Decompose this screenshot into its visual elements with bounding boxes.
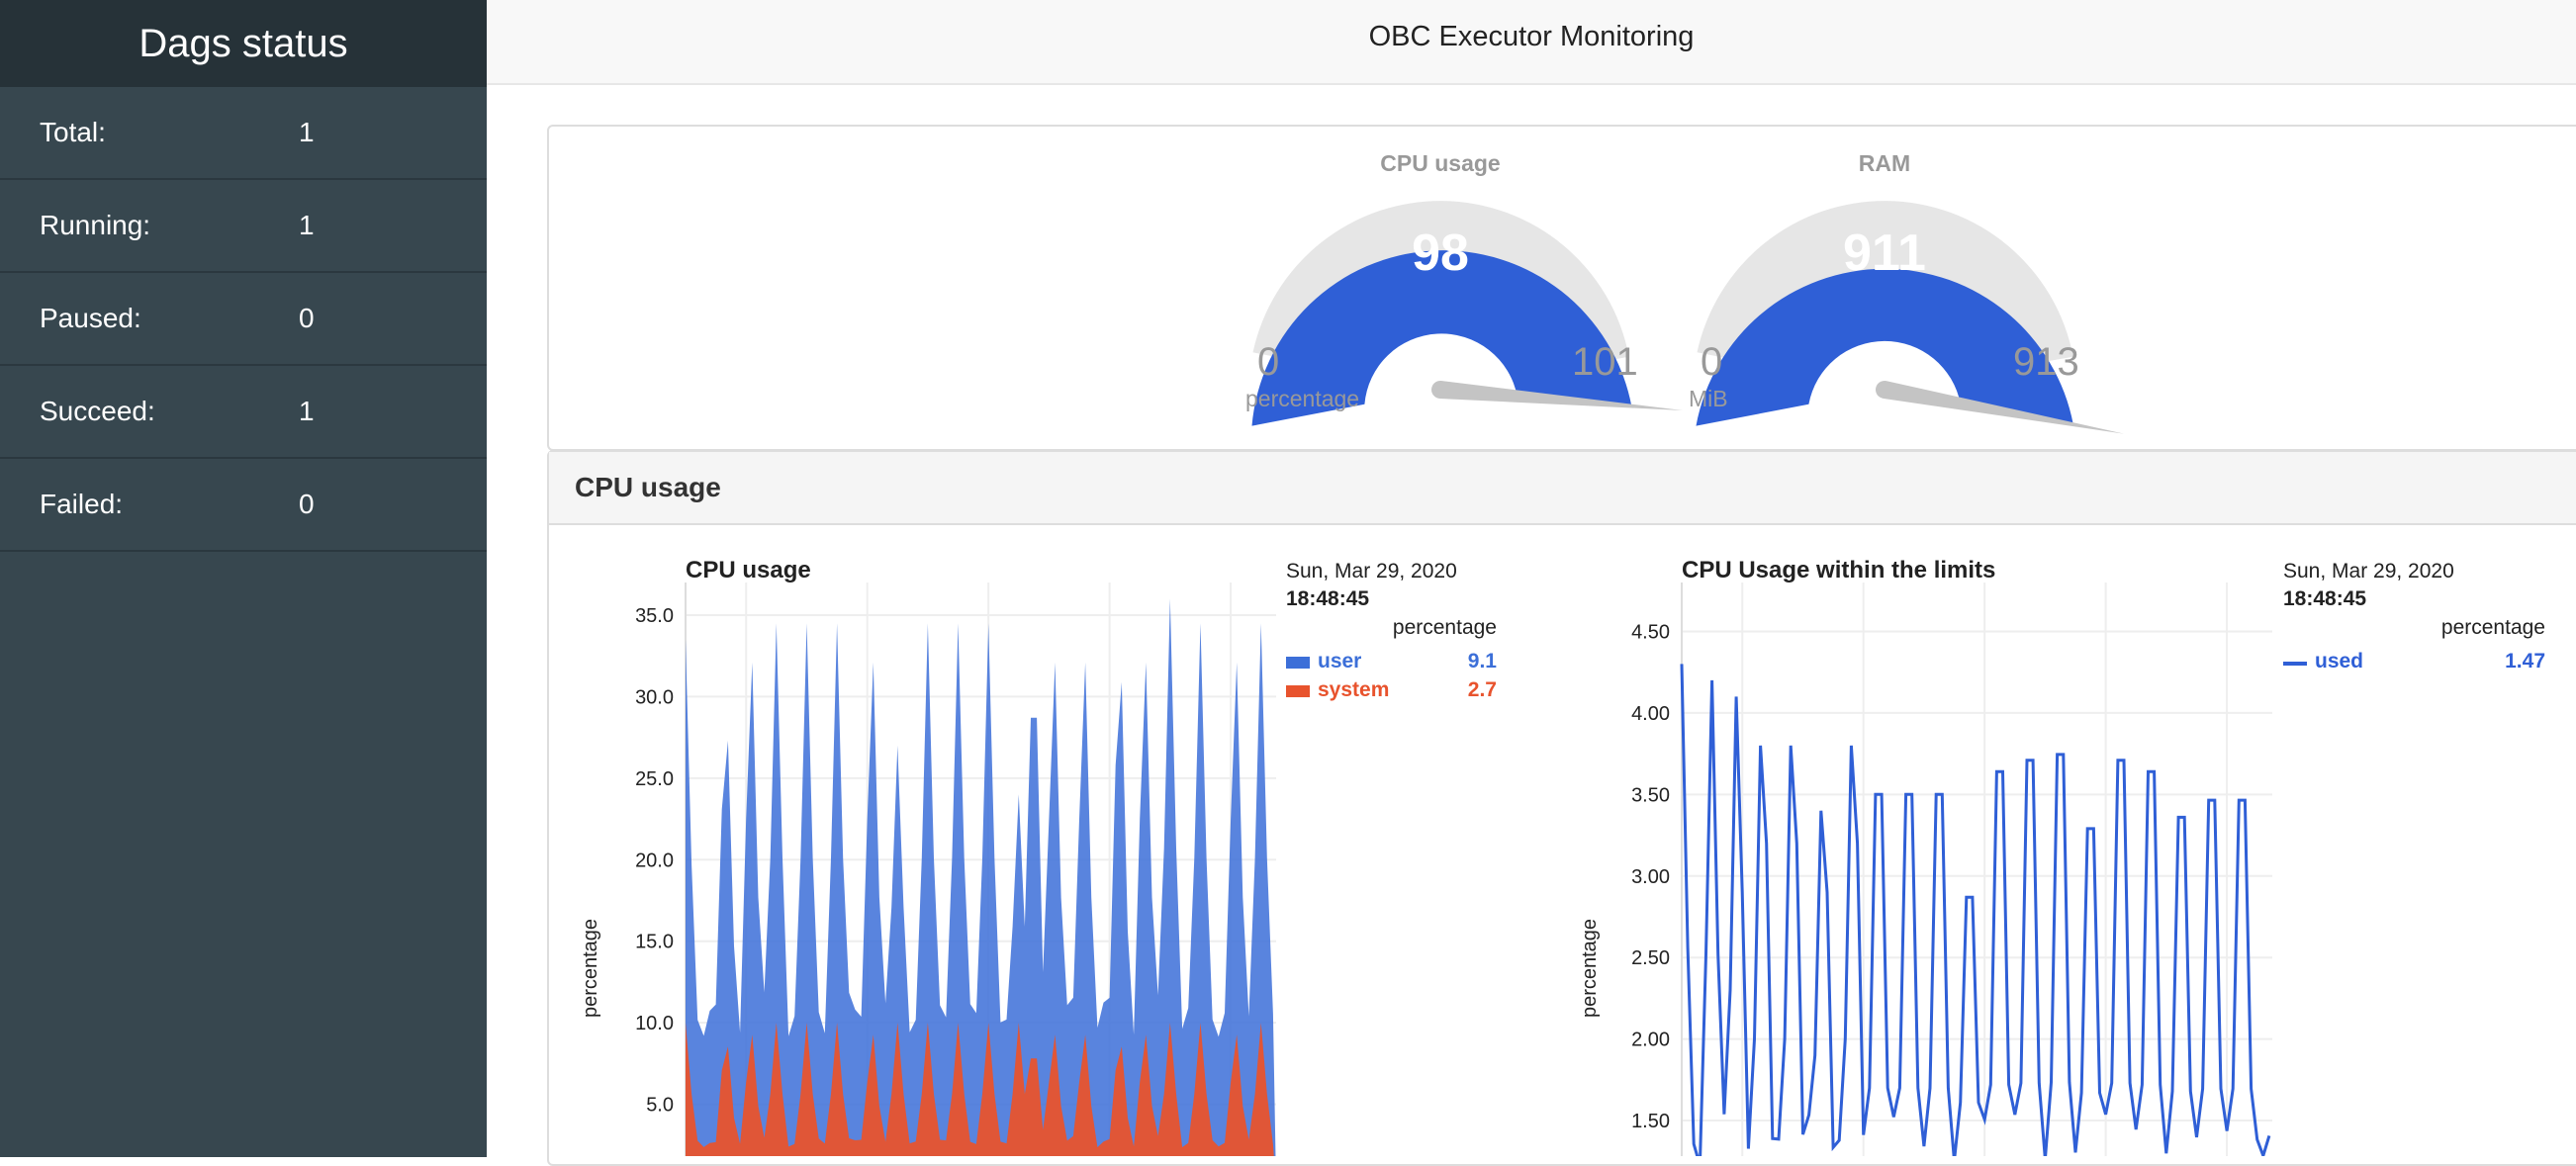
stat-label: Paused: bbox=[40, 303, 141, 333]
legend-used: used bbox=[2315, 650, 2363, 673]
y-tick-label: 3.50 bbox=[1631, 784, 1670, 806]
ram-gauge-unit: MiB bbox=[1689, 386, 1728, 411]
legend-system: system bbox=[1318, 678, 1389, 701]
top-header: OBC Executor Monitoring bbox=[487, 0, 2576, 85]
plot-area bbox=[1680, 664, 2271, 1156]
cpu-panel-heading: CPU usage bbox=[549, 452, 2576, 525]
legend-swatch-system bbox=[1286, 685, 1310, 697]
cpu-panel-title: CPU usage bbox=[575, 472, 721, 502]
stat-value: 0 bbox=[299, 489, 315, 519]
series-line-used bbox=[1680, 664, 2271, 1156]
plot-area bbox=[686, 598, 1276, 1156]
gauge-panel: CPU usage 98 0 101 percentage RAM 911 0 … bbox=[547, 125, 2576, 451]
y-tick-label: 20.0 bbox=[635, 850, 674, 871]
legend-date: Sun, Mar 29, 2020 bbox=[2283, 560, 2454, 583]
legend-time: 18:48:45 bbox=[2283, 587, 2366, 610]
sidebar-title: Dags status bbox=[0, 0, 487, 87]
stat-value: 0 bbox=[299, 303, 315, 333]
cpu-usage-panel: CPU usage CPU usage percentage 35.0 30.0 2… bbox=[547, 450, 2576, 1166]
y-tick-label: 4.00 bbox=[1631, 703, 1670, 725]
y-tick-label: 4.50 bbox=[1631, 621, 1670, 643]
stat-label: Running: bbox=[40, 210, 151, 240]
stat-running: Running: 1 bbox=[0, 180, 487, 273]
legend-date: Sun, Mar 29, 2020 bbox=[1286, 560, 1457, 583]
y-tick-label: 5.0 bbox=[646, 1095, 674, 1117]
y-tick-label: 10.0 bbox=[635, 1013, 674, 1034]
ram-gauge-title: RAM bbox=[1858, 150, 1911, 176]
y-tick-label: 30.0 bbox=[635, 686, 674, 708]
stat-value: 1 bbox=[299, 117, 315, 147]
legend-unit: percentage bbox=[1393, 616, 1497, 639]
y-tick-label: 25.0 bbox=[635, 768, 674, 790]
stat-label: Failed: bbox=[40, 489, 124, 519]
ram-gauge-max: 913 bbox=[2013, 340, 2079, 384]
stat-total: Total: 1 bbox=[0, 87, 487, 180]
cpu-limits-chart: CPU Usage within the limits percentage 4… bbox=[1579, 557, 2545, 1156]
y-axis-label: percentage bbox=[580, 919, 601, 1018]
y-tick-label: 3.00 bbox=[1631, 866, 1670, 888]
stat-label: Total: bbox=[40, 117, 106, 147]
y-ticks: 35.030.025.020.015.010.05.00.0 bbox=[635, 605, 674, 1117]
legend-user-value: 9.1 bbox=[1468, 650, 1498, 673]
stat-value: 1 bbox=[299, 396, 315, 426]
y-tick-label: 35.0 bbox=[635, 605, 674, 627]
ram-gauge-value: 911 bbox=[1843, 224, 1926, 282]
stat-label: Succeed: bbox=[40, 396, 155, 426]
stat-value: 1 bbox=[299, 210, 315, 240]
page-title: OBC Executor Monitoring bbox=[1368, 21, 1695, 52]
cpu-gauge-min: 0 bbox=[1257, 340, 1280, 384]
y-tick-label: 1.50 bbox=[1631, 1111, 1670, 1132]
ram-gauge-min: 0 bbox=[1701, 340, 1723, 384]
cpu-usage-chart: CPU usage percentage 35.0 30.0 25.0 20.0 15.… bbox=[580, 557, 1498, 1156]
cpu-gauge-unit: percentage bbox=[1245, 386, 1360, 411]
y-tick-label: 15.0 bbox=[635, 932, 674, 953]
y-ticks: 4.50 4.00 3.50 3.00 2.50 2.00 1.50 bbox=[1631, 621, 1670, 1132]
legend-unit: percentage bbox=[2441, 616, 2545, 639]
stat-failed: Failed: 0 bbox=[0, 459, 487, 552]
legend-swatch-user bbox=[1286, 657, 1310, 669]
cpu-gauge-title: CPU usage bbox=[1380, 150, 1501, 176]
y-tick-label: 2.00 bbox=[1631, 1030, 1670, 1051]
chart-title: CPU Usage within the limits bbox=[1682, 557, 1995, 583]
stat-paused: Paused: 0 bbox=[0, 273, 487, 366]
cpu-gauge-value: 98 bbox=[1412, 224, 1469, 282]
sidebar: Dags status Total: 1 Running: 1 Paused: … bbox=[0, 0, 487, 1157]
chart-title: CPU usage bbox=[686, 557, 811, 583]
legend-time: 18:48:45 bbox=[1286, 587, 1369, 610]
y-tick-label: 2.50 bbox=[1631, 947, 1670, 969]
stat-succeed: Succeed: 1 bbox=[0, 366, 487, 459]
legend-user: user bbox=[1318, 650, 1361, 673]
legend-system-value: 2.7 bbox=[1468, 678, 1497, 701]
cpu-gauge-max: 101 bbox=[1572, 340, 1638, 384]
legend-swatch-used bbox=[2283, 662, 2307, 666]
y-axis-label: percentage bbox=[1579, 919, 1601, 1018]
legend-used-value: 1.47 bbox=[2505, 650, 2545, 673]
